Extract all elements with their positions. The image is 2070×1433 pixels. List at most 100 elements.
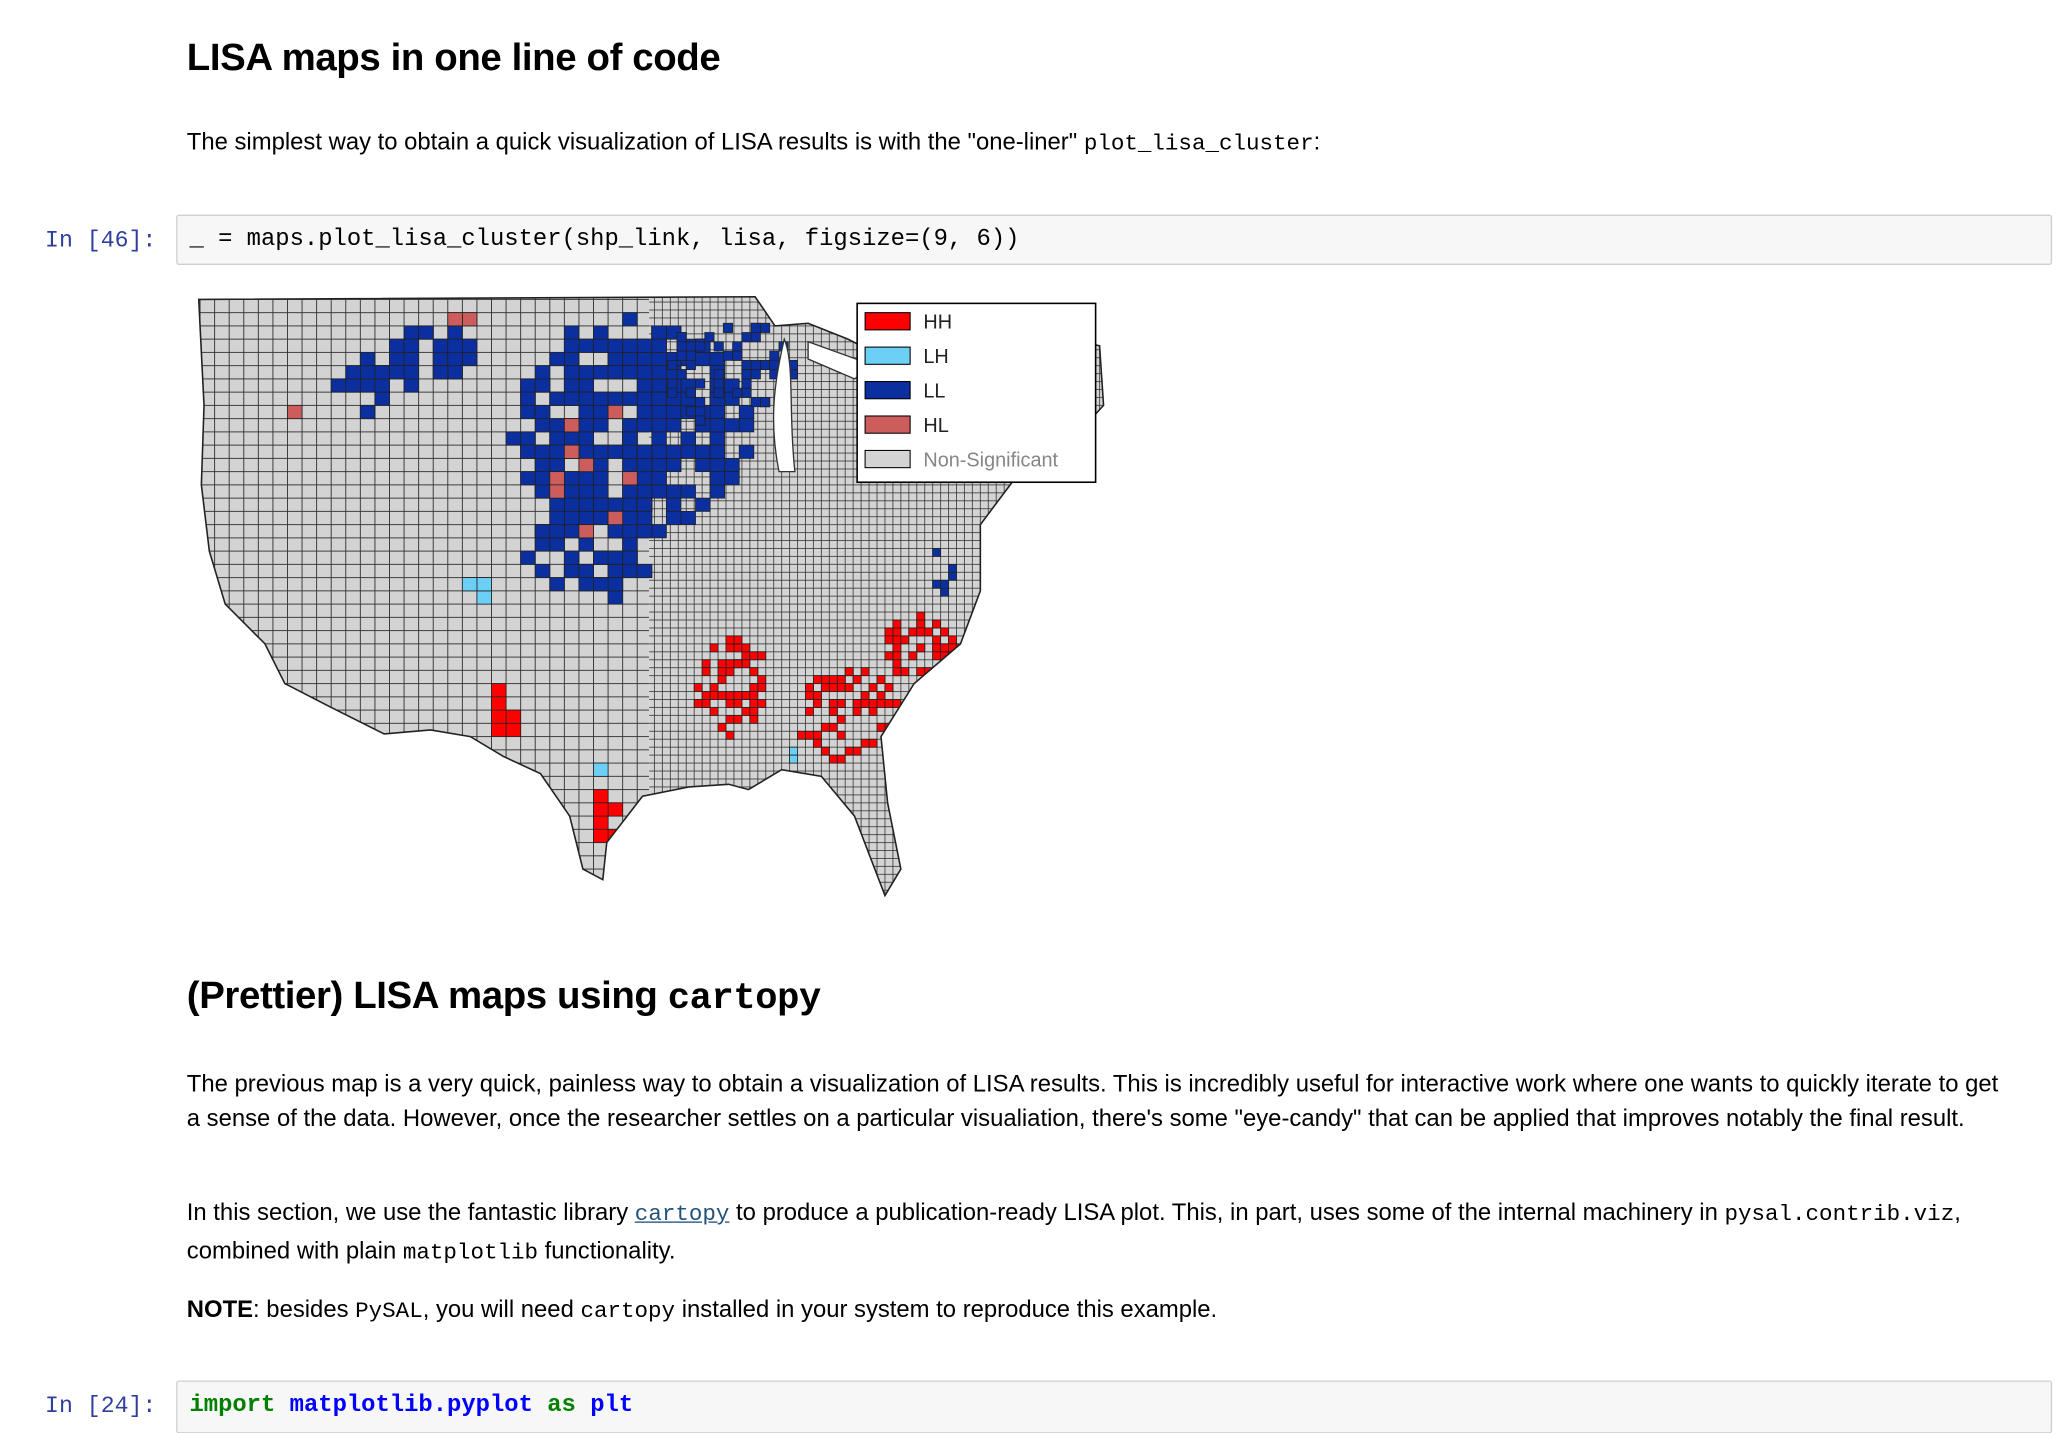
code-cell-24[interactable]: import matplotlib.pyplot as plt bbox=[176, 1380, 2053, 1433]
cluster-county bbox=[695, 497, 711, 512]
cluster-county bbox=[593, 471, 609, 486]
cluster-county bbox=[750, 322, 761, 333]
cartopy-link[interactable]: cartopy bbox=[635, 1203, 730, 1228]
cluster-county bbox=[578, 563, 594, 579]
cluster-county bbox=[717, 667, 727, 677]
paragraph-this-section: In this section, we use the fantastic li… bbox=[187, 1195, 2002, 1272]
cluster-county bbox=[636, 497, 653, 512]
cluster-county bbox=[607, 444, 624, 459]
cluster-county bbox=[836, 714, 846, 724]
cluster-county bbox=[491, 722, 507, 737]
cluster-county bbox=[549, 484, 565, 499]
cluster-county bbox=[932, 635, 942, 645]
cluster-county bbox=[738, 444, 755, 459]
cluster-county bbox=[717, 659, 727, 669]
cluster-county bbox=[549, 431, 565, 446]
cluster-county bbox=[534, 444, 551, 459]
cluster-county bbox=[534, 484, 551, 499]
cluster-county bbox=[749, 699, 759, 708]
cluster-county bbox=[578, 365, 594, 380]
cluster-county bbox=[713, 341, 724, 352]
cluster-county bbox=[520, 471, 536, 486]
cluster-county bbox=[578, 537, 594, 552]
cluster-county bbox=[836, 683, 846, 692]
cluster-county bbox=[636, 338, 653, 353]
cluster-county bbox=[359, 365, 376, 380]
cluster-county bbox=[709, 431, 726, 446]
legend-label-2: LL bbox=[923, 380, 945, 402]
cluster-county bbox=[534, 537, 551, 552]
cluster-county bbox=[534, 365, 551, 380]
cluster-county bbox=[593, 365, 609, 380]
cluster-county bbox=[665, 444, 682, 459]
cluster-county bbox=[578, 378, 594, 393]
cluster-county bbox=[578, 418, 594, 433]
cluster-county bbox=[932, 675, 942, 684]
cluster-county bbox=[820, 683, 830, 692]
cluster-county bbox=[665, 418, 682, 433]
cluster-county bbox=[892, 651, 902, 661]
p2-text-b: to produce a publication-ready LISA plot… bbox=[729, 1198, 1725, 1226]
cluster-county bbox=[636, 471, 653, 486]
cluster-county bbox=[622, 444, 638, 459]
cluster-county bbox=[593, 510, 609, 526]
cluster-county bbox=[948, 571, 957, 581]
cluster-county bbox=[940, 643, 949, 653]
cluster-county bbox=[622, 510, 638, 526]
cluster-county bbox=[916, 619, 926, 629]
cluster-county bbox=[805, 707, 814, 716]
cluster-county bbox=[900, 667, 910, 677]
cluster-county bbox=[578, 510, 594, 526]
cluster-county bbox=[447, 312, 463, 327]
p2-text-d: functionality. bbox=[538, 1237, 676, 1264]
cluster-county bbox=[593, 391, 609, 406]
cluster-county bbox=[813, 675, 822, 684]
p3-code-cartopy: cartopy bbox=[580, 1299, 676, 1325]
cluster-county bbox=[884, 683, 894, 692]
cluster-county bbox=[884, 651, 894, 661]
cluster-county bbox=[876, 722, 886, 732]
cluster-county bbox=[636, 391, 653, 406]
intro-text: The simplest way to obtain a quick visua… bbox=[186, 128, 1084, 156]
cluster-county bbox=[563, 563, 580, 579]
cluster-county bbox=[828, 683, 838, 692]
cluster-county bbox=[520, 431, 536, 446]
cluster-county bbox=[607, 510, 624, 526]
cluster-county bbox=[940, 659, 949, 669]
cluster-county bbox=[563, 418, 580, 433]
cluster-county bbox=[725, 714, 735, 724]
cluster-county bbox=[461, 312, 478, 327]
cluster-county bbox=[549, 577, 565, 592]
cluster-county bbox=[563, 351, 580, 367]
cluster-county bbox=[916, 611, 926, 621]
cluster-county bbox=[636, 510, 653, 526]
cluster-county bbox=[868, 699, 878, 708]
notebook-page: LISA maps in one line of code The simple… bbox=[0, 0, 2069, 1433]
cluster-county bbox=[563, 378, 580, 393]
cluster-county bbox=[403, 338, 420, 353]
p2-code-pysal-contrib: pysal.contrib.viz bbox=[1724, 1202, 1955, 1229]
cluster-county bbox=[695, 351, 711, 367]
cluster-county bbox=[724, 471, 740, 486]
cluster-county bbox=[563, 550, 580, 565]
cluster-county bbox=[447, 338, 463, 353]
cluster-county bbox=[593, 444, 609, 459]
code-import-keyword: import bbox=[189, 1392, 276, 1419]
cluster-county bbox=[733, 643, 743, 653]
cluster-county bbox=[760, 322, 771, 333]
code-cell-46[interactable]: _ = maps.plot_lisa_cluster(shp_link, lis… bbox=[176, 214, 2053, 265]
cluster-county bbox=[916, 667, 926, 677]
cluster-county bbox=[956, 643, 965, 653]
cluster-county bbox=[900, 722, 910, 732]
cluster-county bbox=[622, 351, 638, 367]
legend-swatch-3 bbox=[864, 415, 911, 434]
cluster-county bbox=[733, 691, 743, 700]
cluster-county bbox=[593, 762, 609, 777]
paragraph-note: NOTE: besides PySAL, you will need carto… bbox=[187, 1292, 2002, 1330]
cluster-county bbox=[749, 707, 759, 716]
cluster-county bbox=[534, 378, 551, 393]
cluster-county bbox=[844, 683, 854, 692]
cluster-county bbox=[607, 497, 624, 512]
cluster-county bbox=[868, 683, 878, 692]
cluster-county bbox=[403, 365, 420, 380]
